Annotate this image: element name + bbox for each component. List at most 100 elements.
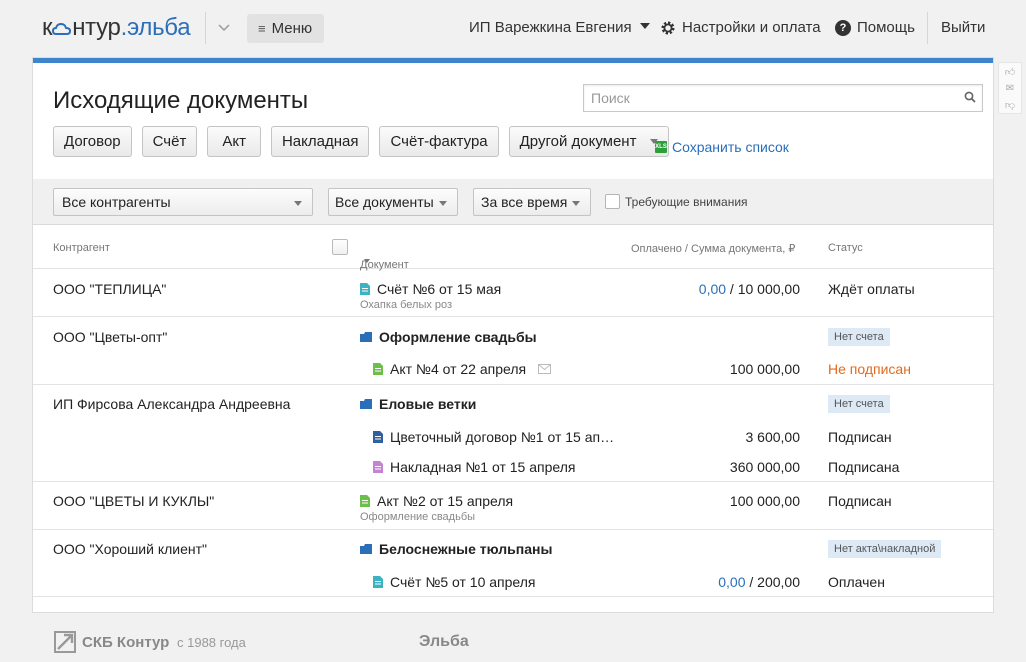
top-bar: к нтур.эльба ≡ Меню ИП Варежкина Евгения … <box>0 0 1026 58</box>
feedback-panel: 👍︎ ✉︎ 👎︎ <box>998 62 1022 114</box>
page-title: Исходящие документы <box>53 87 309 114</box>
document-subtitle: Охапка белых роз <box>360 299 453 311</box>
document-link[interactable]: Акт №2 от 15 апреля <box>360 493 513 509</box>
document-title: Акт №4 от 22 апреля <box>390 361 527 377</box>
invoice-doc-icon <box>373 576 383 588</box>
document-link[interactable]: Цветочный договор №1 от 15 ап… <box>373 429 614 445</box>
status-badge: Нет счета <box>828 328 890 346</box>
mail-icon[interactable]: ✉︎ <box>1006 83 1014 94</box>
document-link[interactable]: Счёт №6 от 15 мая <box>360 281 501 297</box>
contractor-name: ИП Фирсова Александра Андреевна <box>53 396 291 412</box>
search-input[interactable] <box>584 85 954 111</box>
logo-cloud-icon <box>52 22 72 35</box>
deal-title: Еловые ветки <box>379 396 477 412</box>
table-row[interactable]: ИП Фирсова Александра Андреевна Еловые в… <box>33 385 993 482</box>
menu-button[interactable]: ≡ Меню <box>247 14 324 43</box>
thumbs-down-icon[interactable]: 👎︎ <box>1005 99 1015 111</box>
contract-button[interactable]: Договор <box>53 126 132 157</box>
other-document-button[interactable]: Другой документ <box>508 126 670 157</box>
save-list-link[interactable]: XLS Сохранить список <box>655 139 789 155</box>
status-badge: Нет счета <box>828 395 890 413</box>
invoice-button[interactable]: Счёт <box>141 126 198 157</box>
status-text: Подписана <box>828 459 900 475</box>
contractor-filter[interactable]: Все контрагенты <box>53 188 313 216</box>
table-row[interactable]: ООО "Хороший клиент" Белоснежные тюльпан… <box>33 530 993 597</box>
attention-filter[interactable]: Требующие внимания <box>605 194 748 209</box>
help-icon: ? <box>835 19 851 36</box>
document-type-filter[interactable]: Все документы <box>328 188 458 216</box>
footer-product-link[interactable]: Эльба <box>419 633 469 651</box>
column-amount: Оплачено / Сумма документа, ₽ <box>631 243 796 255</box>
status-text: Подписан <box>828 493 892 509</box>
status-text: Ждёт оплаты <box>828 281 915 297</box>
table-header: Контрагент Документ Оплачено / Сумма док… <box>33 225 993 271</box>
chevron-down-icon[interactable] <box>214 16 234 40</box>
document-title: Накладная №1 от 15 апреля <box>390 459 576 475</box>
deal-link[interactable]: Оформление свадьбы <box>360 329 537 345</box>
help-link[interactable]: ? Помощь <box>835 19 915 36</box>
column-status: Статус <box>828 242 863 254</box>
document-amount: 0,00 / 10 000,00 <box>699 281 800 297</box>
attention-label: Требующие внимания <box>625 194 748 209</box>
help-label: Помощь <box>857 19 915 36</box>
amount-separator: / <box>726 281 738 297</box>
caret-down-icon <box>294 201 302 206</box>
period-filter[interactable]: За все время <box>473 188 591 216</box>
paid-amount[interactable]: 0,00 <box>699 281 726 297</box>
folder-icon <box>360 399 372 409</box>
search-icon[interactable] <box>964 91 976 103</box>
document-title: Счёт №6 от 15 мая <box>377 281 502 297</box>
document-amount: 3 600,00 <box>745 429 801 445</box>
contractor-filter-value: Все контрагенты <box>62 194 171 210</box>
document-link[interactable]: Акт №4 от 22 апреля <box>373 361 552 377</box>
deal-title: Белоснежные тюльпаны <box>379 541 553 557</box>
waybill-button[interactable]: Накладная <box>270 126 370 157</box>
footer-company: СКБ Контур <box>82 633 170 651</box>
other-document-label: Другой документ <box>519 133 637 150</box>
document-amount: 360 000,00 <box>729 459 800 475</box>
period-filter-value: За все время <box>481 194 568 210</box>
paid-amount[interactable]: 0,00 <box>718 574 745 590</box>
document-type-filter-value: Все документы <box>335 194 434 210</box>
table-row[interactable]: ООО "ТЕПЛИЦА" Счёт №6 от 15 мая Охапка б… <box>33 269 993 317</box>
documents-panel: Исходящие документы Договор Счёт Акт Нак… <box>33 58 993 612</box>
invoice-doc-icon <box>360 283 370 295</box>
total-amount: 10 000,00 <box>737 281 800 297</box>
exit-link[interactable]: Выйти <box>941 19 985 36</box>
user-menu[interactable]: ИП Варежкина Евгения <box>469 19 650 36</box>
act-doc-icon <box>373 363 383 375</box>
column-contractor: Контрагент <box>53 242 110 254</box>
search-box <box>583 84 983 112</box>
amount-separator: / <box>745 574 758 590</box>
select-all-checkbox[interactable] <box>332 239 348 255</box>
attention-checkbox[interactable] <box>605 194 620 209</box>
logo-text-elba: .эльба <box>120 14 191 41</box>
kontur-elba-logo[interactable]: к нтур.эльба <box>42 14 191 42</box>
status-text: Не подписан <box>828 361 911 377</box>
deal-title: Оформление свадьбы <box>379 329 537 345</box>
tax-invoice-button[interactable]: Счёт-фактура <box>379 126 499 157</box>
thumbs-up-icon[interactable]: 👍︎ <box>1005 66 1015 78</box>
total-amount: 200,00 <box>757 574 800 590</box>
settings-label: Настройки и оплата <box>682 19 821 36</box>
table-row[interactable]: ООО "ЦВЕТЫ И КУКЛЫ" Акт №2 от 15 апреля … <box>33 482 993 530</box>
settings-link[interactable]: Настройки и оплата <box>660 19 821 36</box>
document-amount: 100 000,00 <box>729 493 800 509</box>
document-amount: 0,00 / 200,00 <box>718 574 800 590</box>
document-subtitle: Оформление свадьбы <box>360 511 476 523</box>
deal-link[interactable]: Еловые ветки <box>360 396 476 412</box>
table-row[interactable]: ООО "Цветы-опт" Оформление свадьбы Нет с… <box>33 317 993 385</box>
skb-kontur-logo[interactable]: СКБ Контур <box>54 631 169 653</box>
exit-divider <box>927 12 928 44</box>
caret-down-icon <box>439 201 447 206</box>
save-list-label: Сохранить список <box>672 139 789 155</box>
status-badge: Нет акта\накладной <box>828 540 942 558</box>
document-link[interactable]: Счёт №5 от 10 апреля <box>373 574 536 590</box>
waybill-doc-icon <box>373 461 383 473</box>
act-button[interactable]: Акт <box>207 126 261 157</box>
document-link[interactable]: Накладная №1 от 15 апреля <box>373 459 575 475</box>
deal-link[interactable]: Белоснежные тюльпаны <box>360 541 552 557</box>
create-document-buttons: Договор Счёт Акт Накладная Счёт-фактура … <box>53 126 670 157</box>
menu-button-label: Меню <box>271 20 313 37</box>
document-amount: 100 000,00 <box>729 361 800 377</box>
